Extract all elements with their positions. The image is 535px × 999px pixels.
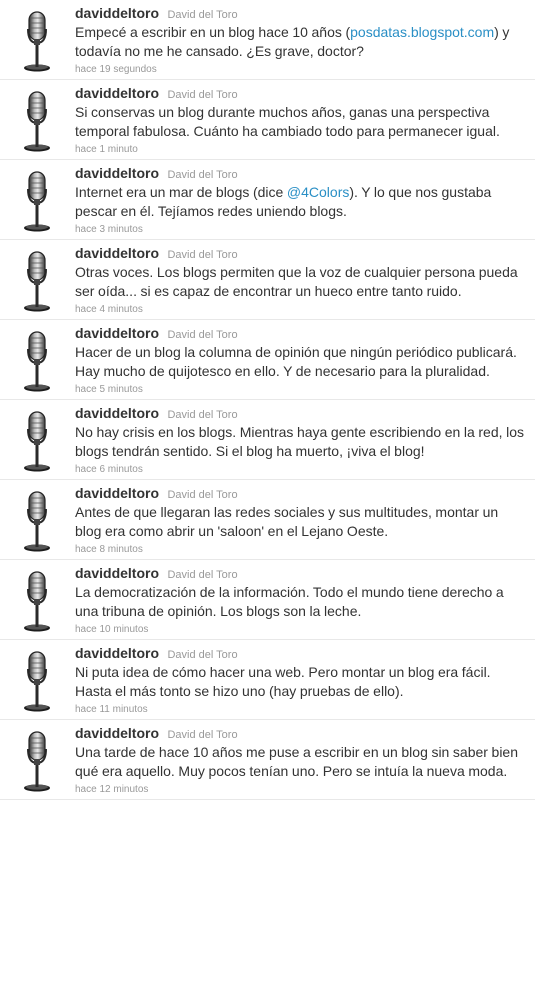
avatar[interactable] <box>21 169 53 233</box>
username-link[interactable]: daviddeltoro <box>75 325 159 341</box>
tweet-header: daviddeltoro David del Toro <box>75 725 527 743</box>
tweet-text-segment: Si conservas un blog durante muchos años… <box>75 104 500 139</box>
display-name: David del Toro <box>167 649 238 661</box>
tweet-item: daviddeltoro David del Toro Internet era… <box>0 160 535 240</box>
username-link[interactable]: daviddeltoro <box>75 725 159 741</box>
timestamp-link[interactable]: hace 4 minutos <box>75 301 527 319</box>
tweet-text-segment: Ni puta idea de cómo hacer una web. Pero… <box>75 664 491 699</box>
tweet-text: Otras voces. Los blogs permiten que la v… <box>75 263 527 301</box>
microphone-icon <box>24 651 50 712</box>
tweet-header: daviddeltoro David del Toro <box>75 485 527 503</box>
timestamp-link[interactable]: hace 1 minuto <box>75 141 527 159</box>
tweet-header: daviddeltoro David del Toro <box>75 405 527 423</box>
display-name: David del Toro <box>167 729 238 741</box>
display-name: David del Toro <box>167 9 238 21</box>
avatar[interactable] <box>21 9 53 73</box>
username-link[interactable]: daviddeltoro <box>75 565 159 581</box>
username-link[interactable]: daviddeltoro <box>75 405 159 421</box>
username-link[interactable]: daviddeltoro <box>75 645 159 661</box>
tweet-text-segment: Antes de que llegaran las redes sociales… <box>75 504 499 539</box>
tweet-header: daviddeltoro David del Toro <box>75 245 527 263</box>
tweet-text: Hacer de un blog la columna de opinión q… <box>75 343 527 381</box>
tweet-header: daviddeltoro David del Toro <box>75 565 527 583</box>
microphone-icon <box>24 571 50 632</box>
avatar[interactable] <box>21 249 53 313</box>
tweet-item: daviddeltoro David del Toro Empecé a esc… <box>0 0 535 80</box>
avatar[interactable] <box>21 569 53 633</box>
avatar[interactable] <box>21 329 53 393</box>
tweet-text-segment: Hacer de un blog la columna de opinión q… <box>75 344 517 379</box>
tweet-text-segment: No hay crisis en los blogs. Mientras hay… <box>75 424 525 459</box>
username-link[interactable]: daviddeltoro <box>75 245 159 261</box>
tweet-item: daviddeltoro David del Toro Ni puta idea… <box>0 640 535 720</box>
avatar[interactable] <box>21 89 53 153</box>
microphone-icon <box>24 91 50 152</box>
tweet-text: Antes de que llegaran las redes sociales… <box>75 503 527 541</box>
tweet-header: daviddeltoro David del Toro <box>75 85 527 103</box>
timestamp-link[interactable]: hace 12 minutos <box>75 781 527 799</box>
tweet-text: Ni puta idea de cómo hacer una web. Pero… <box>75 663 527 701</box>
tweet-item: daviddeltoro David del Toro No hay crisi… <box>0 400 535 480</box>
tweet-item: daviddeltoro David del Toro Otras voces.… <box>0 240 535 320</box>
microphone-icon <box>24 491 50 552</box>
username-link[interactable]: daviddeltoro <box>75 485 159 501</box>
display-name: David del Toro <box>167 249 238 261</box>
tweet-header: daviddeltoro David del Toro <box>75 325 527 343</box>
tweet-item: daviddeltoro David del Toro Hacer de un … <box>0 320 535 400</box>
microphone-icon <box>24 411 50 472</box>
mention-link[interactable]: @4Colors <box>287 184 349 200</box>
avatar[interactable] <box>21 409 53 473</box>
display-name: David del Toro <box>167 169 238 181</box>
tweet-text-segment: Empecé a escribir en un blog hace 10 año… <box>75 24 351 40</box>
avatar[interactable] <box>21 649 53 713</box>
tweet-text-segment: La democratización de la información. To… <box>75 584 504 619</box>
display-name: David del Toro <box>167 409 238 421</box>
tweet-text-segment: Una tarde de hace 10 años me puse a escr… <box>75 744 519 779</box>
tweet-header: daviddeltoro David del Toro <box>75 5 527 23</box>
tweet-item: daviddeltoro David del Toro La democrati… <box>0 560 535 640</box>
timestamp-link[interactable]: hace 3 minutos <box>75 221 527 239</box>
display-name: David del Toro <box>167 569 238 581</box>
username-link[interactable]: daviddeltoro <box>75 5 159 21</box>
tweet-item: daviddeltoro David del Toro Una tarde de… <box>0 720 535 800</box>
username-link[interactable]: daviddeltoro <box>75 85 159 101</box>
tweet-text: Internet era un mar de blogs (dice @4Col… <box>75 183 527 221</box>
tweet-header: daviddeltoro David del Toro <box>75 645 527 663</box>
tweet-text-segment: Internet era un mar de blogs (dice <box>75 184 287 200</box>
microphone-icon <box>24 731 50 792</box>
tweet-text-segment: Otras voces. Los blogs permiten que la v… <box>75 264 518 299</box>
timestamp-link[interactable]: hace 8 minutos <box>75 541 527 559</box>
microphone-icon <box>24 171 50 232</box>
display-name: David del Toro <box>167 489 238 501</box>
avatar[interactable] <box>21 489 53 553</box>
tweet-header: daviddeltoro David del Toro <box>75 165 527 183</box>
timestamp-link[interactable]: hace 5 minutos <box>75 381 527 399</box>
display-name: David del Toro <box>167 89 238 101</box>
username-link[interactable]: daviddeltoro <box>75 165 159 181</box>
url-link[interactable]: posdatas.blogspot.com <box>350 24 494 40</box>
microphone-icon <box>24 11 50 72</box>
tweet-text: Empecé a escribir en un blog hace 10 año… <box>75 23 527 61</box>
tweet-text: No hay crisis en los blogs. Mientras hay… <box>75 423 527 461</box>
tweet-text: Una tarde de hace 10 años me puse a escr… <box>75 743 527 781</box>
display-name: David del Toro <box>167 329 238 341</box>
microphone-icon <box>24 251 50 312</box>
tweet-text: La democratización de la información. To… <box>75 583 527 621</box>
timestamp-link[interactable]: hace 6 minutos <box>75 461 527 479</box>
avatar[interactable] <box>21 729 53 793</box>
tweet-item: daviddeltoro David del Toro Antes de que… <box>0 480 535 560</box>
timestamp-link[interactable]: hace 19 segundos <box>75 61 527 79</box>
tweet-text: Si conservas un blog durante muchos años… <box>75 103 527 141</box>
timestamp-link[interactable]: hace 11 minutos <box>75 701 527 719</box>
timestamp-link[interactable]: hace 10 minutos <box>75 621 527 639</box>
microphone-icon <box>24 331 50 392</box>
tweet-timeline: daviddeltoro David del Toro Empecé a esc… <box>0 0 535 800</box>
tweet-item: daviddeltoro David del Toro Si conservas… <box>0 80 535 160</box>
